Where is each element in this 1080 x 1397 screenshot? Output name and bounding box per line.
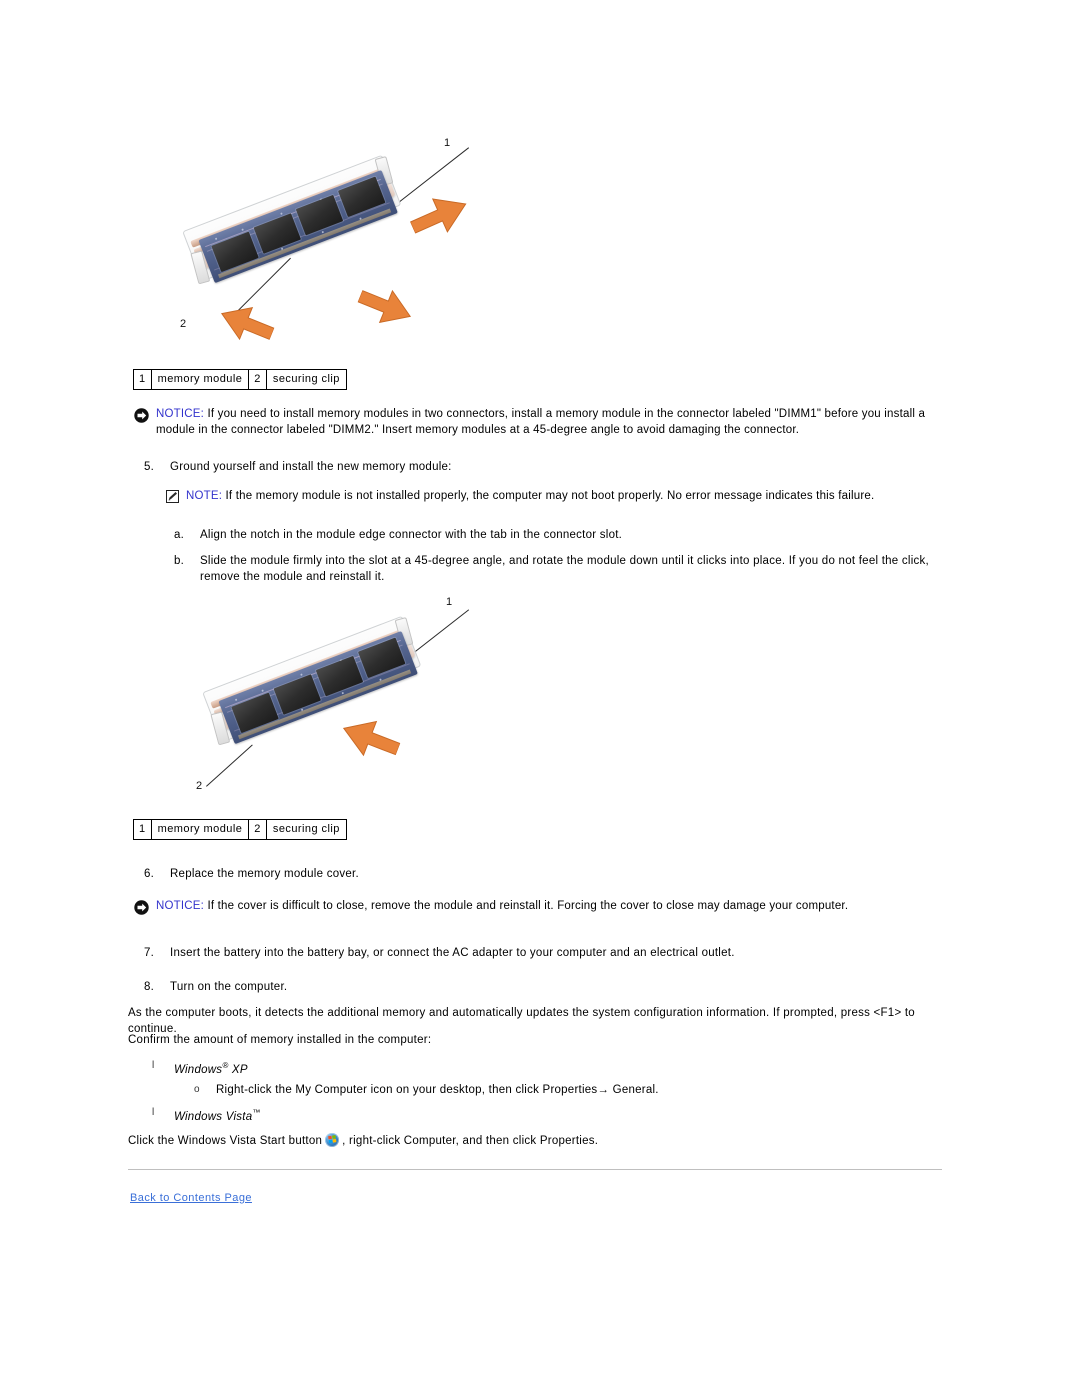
notice-text: NOTICE: If the cover is difficult to clo…: [156, 899, 848, 915]
note-body: If the memory module is not installed pr…: [222, 490, 875, 502]
trademark-symbol: ™: [252, 1108, 261, 1117]
list-item-windows-xp: l Windows® XP: [152, 1058, 752, 1078]
vista-instruction-after: , right-click Computer, and then click P…: [342, 1135, 599, 1147]
footer-divider: [128, 1169, 942, 1170]
notice-block-dimm-order: NOTICE: If you need to install memory mo…: [134, 407, 946, 438]
step-marker: 8.: [144, 981, 155, 993]
notice-label: NOTICE:: [156, 408, 205, 420]
step-text: Ground yourself and install the new memo…: [170, 461, 452, 473]
list-item-windows-vista: l Windows Vista™: [152, 1105, 752, 1125]
paragraph-confirm-memory: Confirm the amount of memory installed i…: [128, 1034, 432, 1046]
note-block-install-properly: NOTE: If the memory module is not instal…: [166, 489, 956, 508]
notice-body: If the cover is difficult to close, remo…: [204, 900, 849, 912]
caption-text: securing clip: [265, 819, 347, 840]
callout-label-2: 2: [180, 318, 187, 330]
step-text: Replace the memory module cover.: [170, 868, 359, 880]
step-marker: 6.: [144, 868, 155, 880]
caption-text: securing clip: [265, 369, 347, 390]
figure-caption-table: 1 memory module 2 securing clip: [133, 369, 347, 390]
memory-module-photo: [200, 605, 456, 799]
step-5a: a. Align the notch in the module edge co…: [174, 527, 934, 543]
vista-instruction-before: Click the Windows Vista Start button: [128, 1135, 323, 1147]
callout-label-1: 1: [444, 137, 451, 149]
paragraph-vista-instruction: Click the Windows Vista Start button , ri…: [128, 1133, 958, 1149]
figure-memory-module-installation: 1 2: [196, 590, 486, 808]
callout-label-2: 2: [196, 780, 203, 792]
step-text: Insert the battery into the battery bay,…: [170, 947, 735, 959]
caption-number: 2: [248, 369, 267, 390]
substep-marker: a.: [174, 529, 185, 541]
notice-block-cover-close: NOTICE: If the cover is difficult to clo…: [134, 899, 946, 920]
step-marker: 7.: [144, 947, 155, 959]
figure-memory-module-removal: 1 2: [180, 135, 480, 350]
document-page: 1 2 1 memory module 2 securing clip NOTI…: [0, 0, 1080, 1397]
xp-substep-text: Right-click the My Computer icon on your…: [216, 1084, 659, 1096]
step-marker: 5.: [144, 461, 155, 473]
list-bullet-marker: l: [152, 1060, 155, 1071]
os-name-xp: Windows® XP: [174, 1061, 248, 1076]
step-5: 5. Ground yourself and install the new m…: [144, 459, 844, 475]
note-text: NOTE: If the memory module is not instal…: [186, 489, 874, 505]
list-bullet-marker: l: [152, 1107, 155, 1118]
step-5b: b. Slide the module firmly into the slot…: [174, 553, 956, 585]
notice-arrow-icon: [134, 900, 149, 920]
list-item-xp-substep: o Right-click the My Computer icon on yo…: [194, 1082, 834, 1098]
caption-number: 1: [133, 369, 152, 390]
step-6: 6. Replace the memory module cover.: [144, 866, 844, 882]
os-name-vista: Windows Vista™: [174, 1108, 261, 1123]
caption-number: 1: [133, 819, 152, 840]
direction-arrow-down-right: [357, 289, 412, 324]
substep-marker: b.: [174, 555, 185, 567]
note-pencil-icon: [166, 490, 179, 508]
step-8: 8. Turn on the computer.: [144, 979, 844, 995]
callout-label-1: 1: [446, 596, 453, 608]
figure-caption-table: 1 memory module 2 securing clip: [133, 819, 347, 840]
step-text: Turn on the computer.: [170, 981, 288, 993]
windows-vista-orb-icon: [325, 1133, 340, 1147]
step-7: 7. Insert the battery into the battery b…: [144, 945, 934, 961]
note-label: NOTE:: [186, 490, 223, 502]
notice-body: If you need to install memory modules in…: [156, 408, 926, 436]
list-bullet-marker: o: [194, 1084, 200, 1095]
table-row: 1 memory module 2 securing clip: [133, 819, 347, 840]
table-row: 1 memory module 2 securing clip: [133, 369, 347, 390]
notice-arrow-icon: [134, 408, 149, 428]
caption-text: memory module: [150, 819, 250, 840]
notice-label: NOTICE:: [156, 900, 205, 912]
caption-text: memory module: [150, 369, 250, 390]
notice-text: NOTICE: If you need to install memory mo…: [156, 407, 946, 438]
substep-text: Slide the module firmly into the slot at…: [200, 555, 929, 583]
back-to-contents-link[interactable]: Back to Contents Page: [130, 1192, 252, 1204]
caption-number: 2: [248, 819, 267, 840]
substep-text: Align the notch in the module edge conne…: [200, 529, 623, 541]
